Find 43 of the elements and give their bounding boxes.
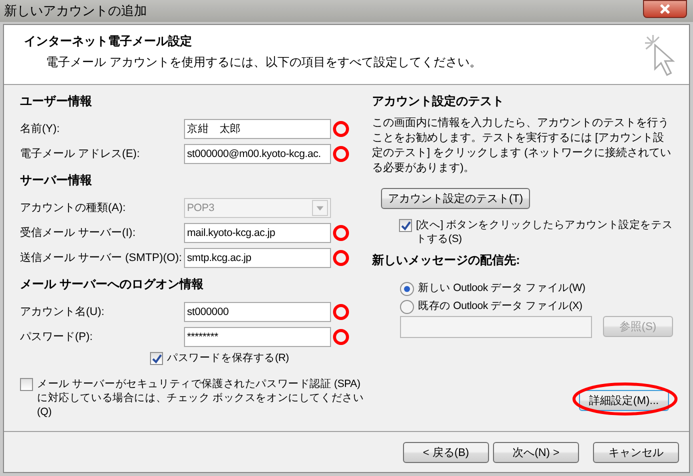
radio-button[interactable] xyxy=(400,282,414,296)
check-icon xyxy=(152,354,162,364)
checkbox[interactable] xyxy=(20,378,33,391)
description-text: この画面内に情報を入力したら、アカウントのテストを行うことをお勧めします。テストを実行するには [アカウント設定のテスト] をクリックします (ネットワークに接続されている必要があります)。 xyxy=(372,116,672,176)
footer-button[interactable]: 次へ(N) > xyxy=(493,442,579,462)
field-label: 名前(Y): xyxy=(20,122,61,136)
input-field[interactable]: ******** xyxy=(184,326,331,346)
field-label: 受信メール サーバー(I): xyxy=(20,226,136,240)
field-label: アカウント名(U): xyxy=(20,305,106,319)
section-heading: ユーザー情報 xyxy=(20,93,93,110)
check-icon xyxy=(400,220,410,230)
test-settings-button[interactable]: アカウント設定のテスト(T) xyxy=(381,188,530,209)
input-field[interactable]: st000000@m00.kyoto-kcg.ac. xyxy=(184,144,331,164)
input-field[interactable]: st000000 xyxy=(184,302,331,322)
checkbox[interactable] xyxy=(399,219,412,232)
header-subtitle: 電子メール アカウントを使用するには、以下の項目をすべて設定してください。 xyxy=(46,54,482,71)
checkbox-label: メール サーバーがセキュリティで保護されたパスワード認証 (SPA) に対応している場合には、チェック ボックスをオンにしてください(Q) xyxy=(37,377,364,419)
field-label: パスワード(P): xyxy=(20,330,94,344)
radio-label: 新しい Outlook データ ファイル(W) xyxy=(418,281,586,295)
radio-button[interactable] xyxy=(400,300,414,314)
window-title: 新しいアカウントの追加 xyxy=(4,2,147,20)
section-heading: アカウント設定のテスト xyxy=(372,93,505,110)
input-field[interactable]: 京紺 太郎 xyxy=(184,118,331,138)
footer-button[interactable]: キャンセル xyxy=(593,442,679,462)
close-button[interactable] xyxy=(643,0,687,18)
input-field[interactable]: smtp.kcg.ac.jp xyxy=(184,248,331,268)
field-label: 送信メール サーバー (SMTP)(O): xyxy=(20,251,183,265)
file-path-field[interactable] xyxy=(400,316,592,338)
checkbox-label: [次へ] ボタンをクリックしたらアカウント設定をテストする(S) xyxy=(416,218,673,246)
field-label: 電子メール アドレス(E): xyxy=(20,147,141,161)
checkbox-label: パスワードを保存する(R) xyxy=(167,351,289,365)
advanced-settings-button[interactable]: 詳細設定(M)... xyxy=(579,390,669,411)
checkbox[interactable] xyxy=(150,352,163,365)
section-heading: サーバー情報 xyxy=(20,172,93,189)
radio-label: 既存の Outlook データ ファイル(X) xyxy=(418,299,582,313)
input-field[interactable]: mail.kyoto-kcg.ac.jp xyxy=(184,222,331,242)
footer-button[interactable]: < 戻る(B) xyxy=(403,442,489,462)
close-icon xyxy=(659,4,671,14)
section-heading: 新しいメッセージの配信先: xyxy=(372,252,521,269)
section-heading: メール サーバーへのログオン情報 xyxy=(20,276,204,293)
header-title: インターネット電子メール設定 xyxy=(24,33,193,50)
field-label: アカウントの種類(A): xyxy=(20,201,127,215)
caret-icon xyxy=(312,200,328,216)
